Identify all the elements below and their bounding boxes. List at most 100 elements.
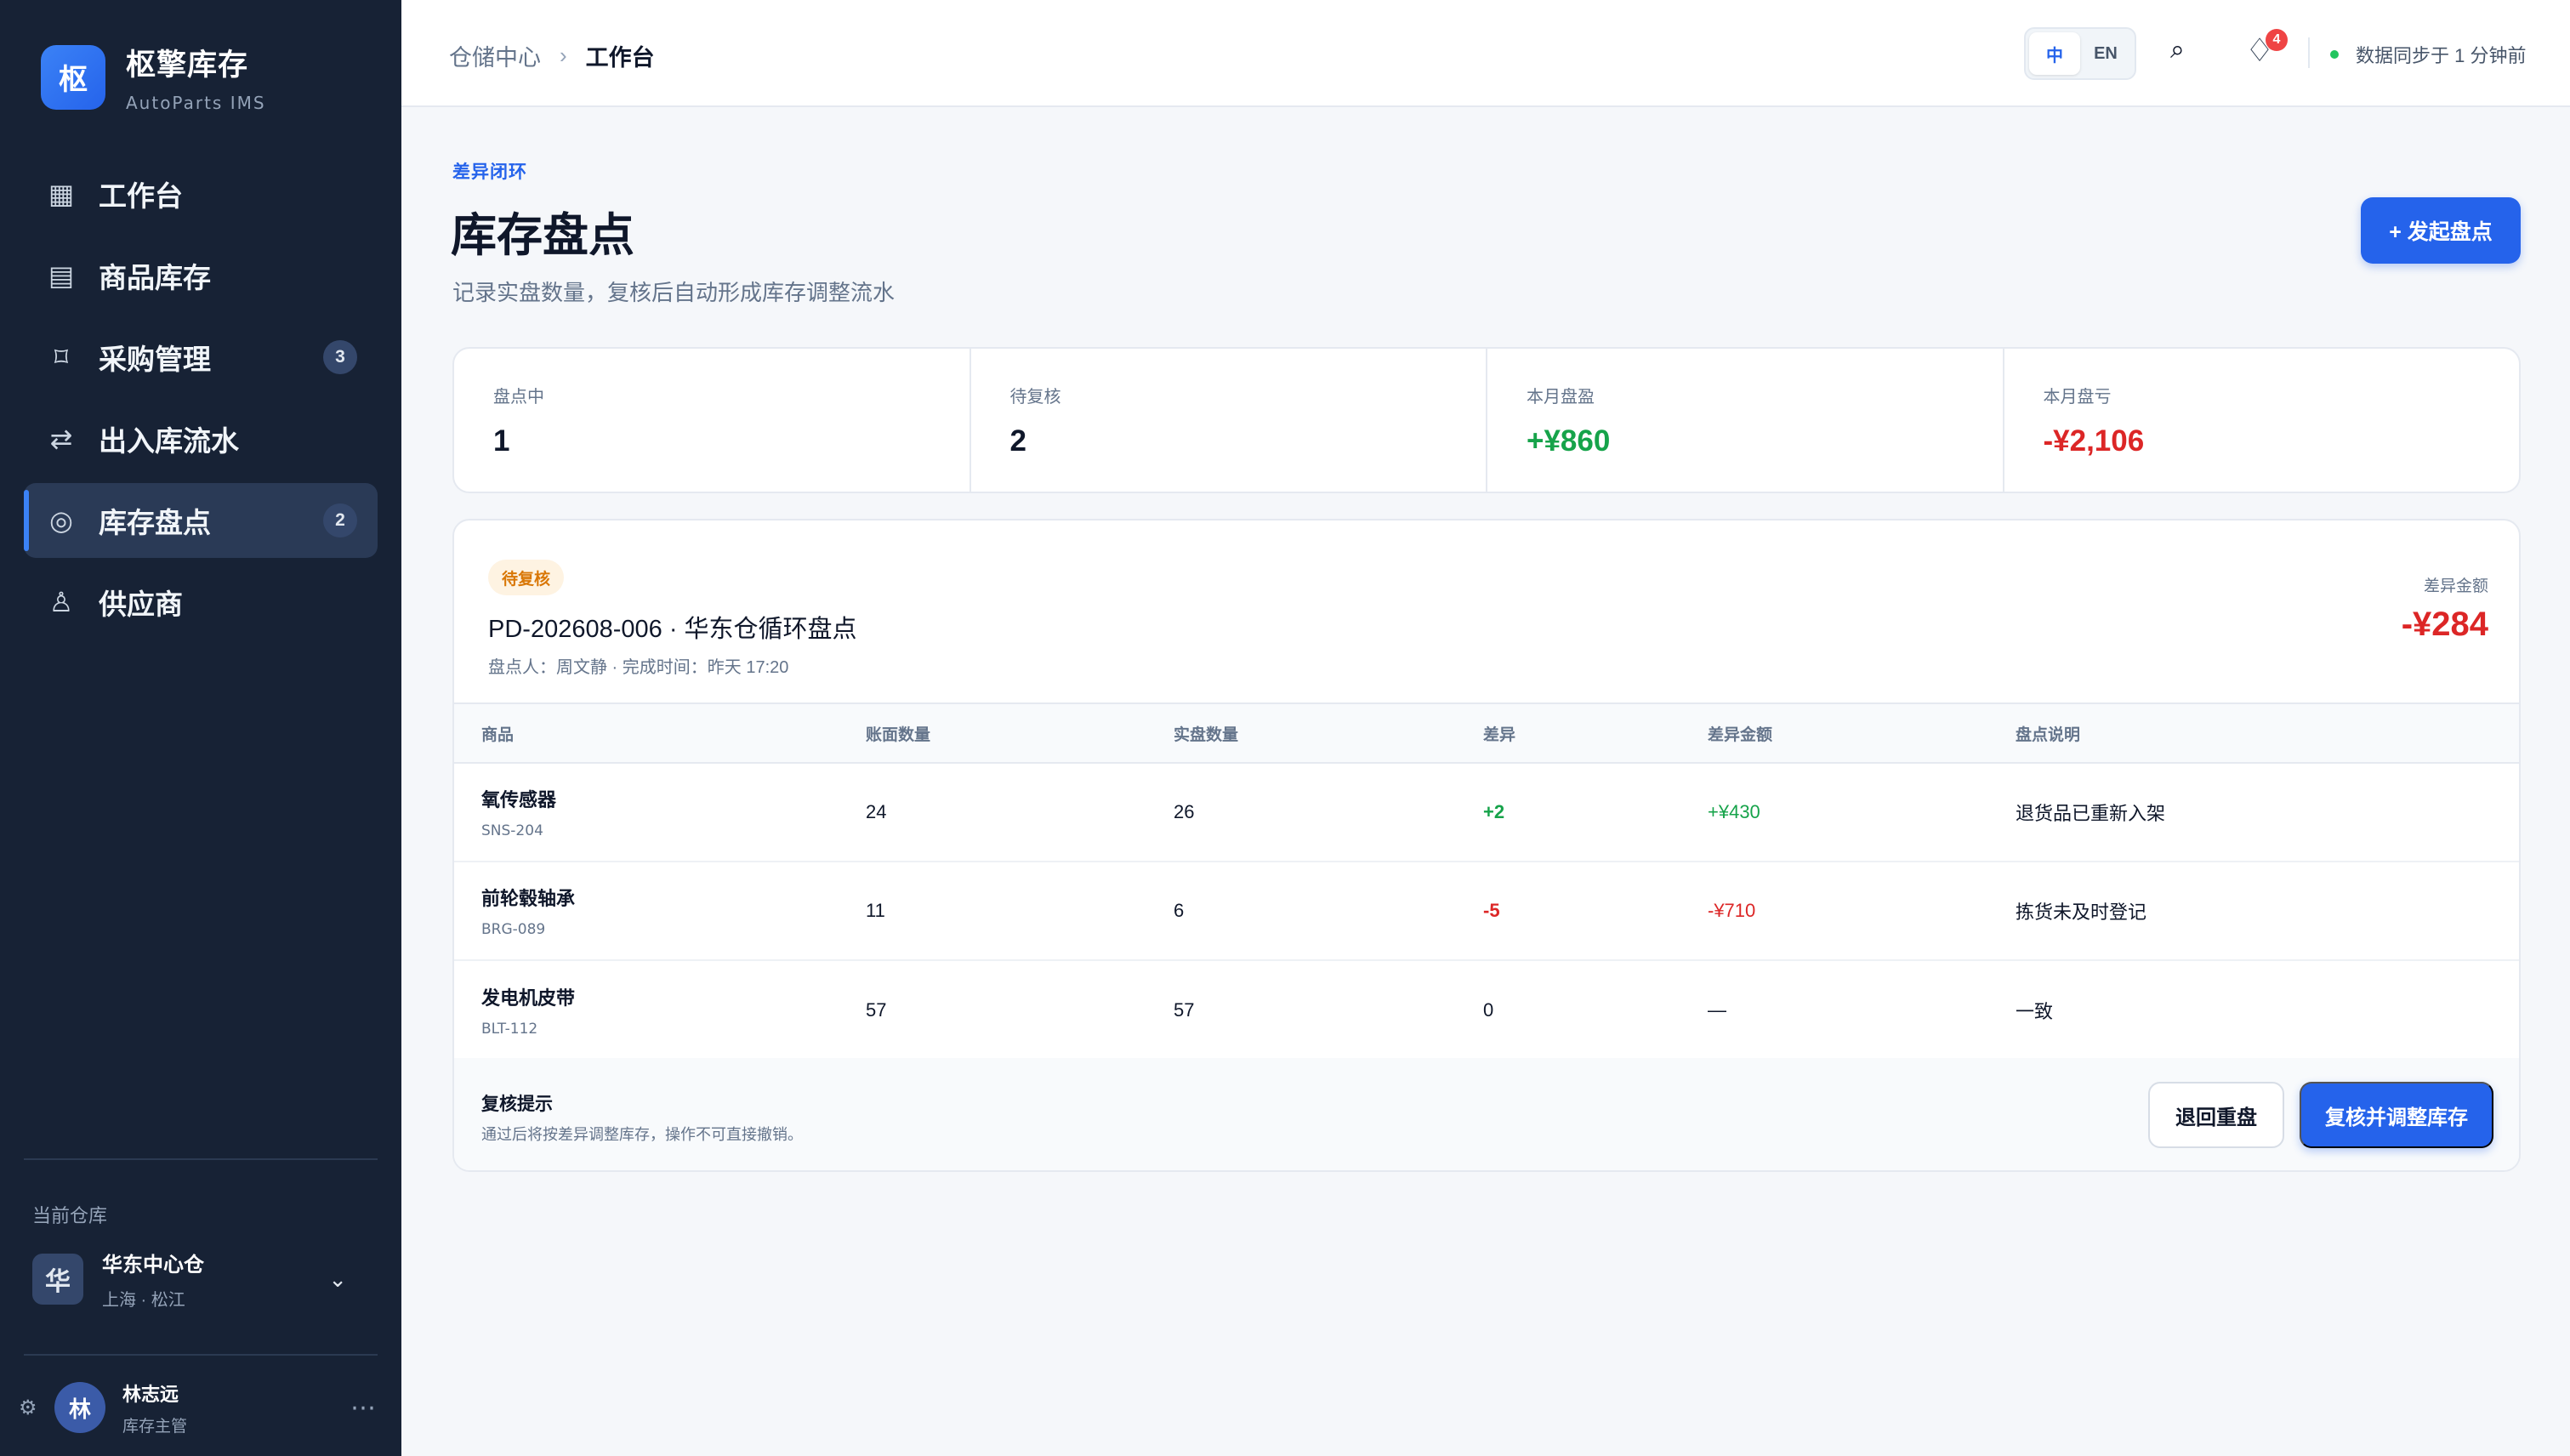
avatar: 林 bbox=[54, 1382, 105, 1433]
supplier-icon: ♙ bbox=[48, 587, 74, 617]
table-row[interactable]: 前轮毂轴承 BRG-089 11 6 -5 -¥710 拣货未及时登记 bbox=[454, 862, 2519, 961]
table-row[interactable]: 氧传感器 SNS-204 24 26 +2 +¥430 退货品已重新入架 bbox=[454, 764, 2519, 862]
warehouse-name: 华东中心仓 bbox=[102, 1254, 204, 1277]
product-name: 发电机皮带 bbox=[481, 987, 576, 1009]
quantity-difference: 0 bbox=[1483, 999, 1494, 1021]
sidebar: 枢 枢擎库存 AutoParts IMS ▦ 工作台 ▤ 商品库存 ⌑ 采购管理… bbox=[0, 0, 401, 1456]
sidebar-item-label: 商品库存 bbox=[99, 262, 211, 293]
gear-icon[interactable]: ⚙ bbox=[19, 1396, 44, 1420]
book-quantity: 24 bbox=[866, 801, 887, 822]
sidebar-item-label: 供应商 bbox=[99, 589, 183, 620]
notification-button[interactable]: ♢ 4 bbox=[2245, 29, 2288, 70]
sidebar-item-label: 库存盘点 bbox=[99, 507, 211, 538]
stat-value: 2 bbox=[1009, 424, 1026, 458]
table-header: 商品 账面数量 实盘数量 差异 差异金额 盘点说明 bbox=[454, 702, 2519, 764]
product-sku: SNS-204 bbox=[481, 822, 543, 839]
breadcrumb-root[interactable]: 仓储中心 bbox=[449, 39, 541, 72]
actual-quantity: 6 bbox=[1174, 900, 1185, 921]
brand-subtitle: AutoParts IMS bbox=[126, 93, 266, 113]
user-name: 林志远 bbox=[122, 1383, 179, 1405]
sidebar-item-purchasing[interactable]: ⌑ 采购管理 3 bbox=[24, 320, 378, 395]
table-row[interactable]: 发电机皮带 BLT-112 57 57 0 — 一致 bbox=[454, 961, 2519, 1060]
notification-badge: 4 bbox=[2266, 29, 2288, 51]
swap-icon: ⇄ bbox=[49, 424, 73, 454]
product-sku: BRG-089 bbox=[481, 921, 546, 938]
sidebar-item-products[interactable]: ▤ 商品库存 bbox=[24, 238, 378, 313]
stat-label: 盘点中 bbox=[493, 388, 544, 407]
sync-status-text: 数据同步于 1 分钟前 bbox=[2356, 45, 2527, 66]
brand-logo: 枢 bbox=[41, 44, 105, 110]
grid-icon: ▦ bbox=[48, 179, 75, 209]
topbar: 仓储中心 › 工作台 中 EN ⌕ ♢ 4 数据同步于 1 分钟前 bbox=[401, 0, 2570, 107]
stat-monthly-gain: 本月盘盈 +¥860 bbox=[1487, 349, 2004, 492]
count-note: 一致 bbox=[2016, 1001, 2054, 1022]
product-sku: BLT-112 bbox=[481, 1021, 538, 1038]
search-icon[interactable]: ⌕ bbox=[2170, 36, 2185, 65]
language-switch: 中 EN bbox=[2024, 27, 2136, 80]
breadcrumb-separator-icon: › bbox=[560, 43, 567, 68]
column-header: 差异金额 bbox=[1708, 725, 1773, 744]
count-badge: 3 bbox=[323, 340, 357, 374]
lang-option-en[interactable]: EN bbox=[2080, 32, 2131, 75]
review-footer: 复核提示 通过后将按差异调整库存，操作不可直接撤销。 退回重盘 复核并调整库存 bbox=[454, 1058, 2519, 1170]
stat-label: 本月盘盈 bbox=[1527, 388, 1595, 407]
book-quantity: 57 bbox=[866, 999, 887, 1021]
more-icon[interactable]: ⋯ bbox=[350, 1393, 376, 1423]
sidebar-item-stocktake[interactable]: ◎ 库存盘点 2 bbox=[24, 483, 378, 558]
page-eyebrow: 差异闭环 bbox=[452, 162, 527, 182]
review-hint-title: 复核提示 bbox=[481, 1095, 553, 1114]
column-header: 差异 bbox=[1483, 725, 1516, 744]
difference-amount: +¥430 bbox=[1708, 801, 1760, 822]
start-stocktake-button[interactable]: + 发起盘点 bbox=[2361, 197, 2521, 264]
page-description: 记录实盘数量，复核后自动形成库存调整流水 bbox=[452, 280, 896, 305]
approve-adjust-button[interactable]: 复核并调整库存 bbox=[2300, 1082, 2493, 1148]
status-badge: 待复核 bbox=[488, 560, 565, 595]
stat-value: 1 bbox=[493, 424, 510, 458]
divider bbox=[24, 1354, 378, 1356]
stat-value: +¥860 bbox=[1527, 424, 1611, 458]
divider bbox=[24, 1158, 378, 1160]
stat-in-progress: 盘点中 1 bbox=[454, 349, 971, 492]
count-note: 退货品已重新入架 bbox=[2016, 803, 2166, 824]
breadcrumb: 仓储中心 › 工作台 bbox=[449, 39, 655, 72]
actual-quantity: 26 bbox=[1174, 801, 1195, 822]
review-hint-description: 通过后将按差异调整库存，操作不可直接撤销。 bbox=[481, 1126, 803, 1143]
chevron-down-icon[interactable]: ⌄ bbox=[328, 1266, 347, 1293]
stat-value: -¥2,106 bbox=[2043, 424, 2145, 458]
lang-option-zh[interactable]: 中 bbox=[2029, 32, 2080, 75]
quantity-difference: +2 bbox=[1483, 801, 1505, 822]
stats-panel: 盘点中 1 待复核 2 本月盘盈 +¥860 本月盘亏 -¥2,106 bbox=[452, 347, 2521, 493]
diff-amount-label: 差异金额 bbox=[2423, 577, 2488, 595]
stocktake-table: 商品 账面数量 实盘数量 差异 差异金额 盘点说明 氧传感器 SNS-204 2… bbox=[454, 702, 2519, 1060]
stat-monthly-loss: 本月盘亏 -¥2,106 bbox=[2004, 349, 2520, 492]
actual-quantity: 57 bbox=[1174, 999, 1195, 1021]
list-icon: ▤ bbox=[48, 260, 75, 291]
diff-amount-value: -¥284 bbox=[2401, 606, 2488, 643]
cart-icon: ⌑ bbox=[54, 342, 69, 373]
brand[interactable]: 枢 枢擎库存 AutoParts IMS bbox=[41, 41, 266, 113]
column-header: 账面数量 bbox=[866, 725, 931, 744]
sidebar-item-label: 采购管理 bbox=[99, 344, 211, 375]
difference-amount: -¥710 bbox=[1708, 900, 1756, 921]
sidebar-item-dashboard[interactable]: ▦ 工作台 bbox=[24, 156, 378, 231]
warehouse-avatar: 华 bbox=[32, 1254, 83, 1305]
target-icon: ◎ bbox=[49, 505, 73, 536]
status-dot-icon bbox=[2330, 50, 2339, 59]
sidebar-item-stock-flow[interactable]: ⇄ 出入库流水 bbox=[24, 401, 378, 476]
breadcrumb-current: 工作台 bbox=[585, 45, 655, 71]
stat-label: 待复核 bbox=[1009, 388, 1061, 407]
warehouse-selector[interactable]: 华 华东中心仓 上海 · 松江 ⌄ bbox=[32, 1245, 378, 1313]
recount-button[interactable]: 退回重盘 bbox=[2148, 1082, 2284, 1148]
stocktake-card: 待复核 PD-202608-006 · 华东仓循环盘点 盘点人：周文静 · 完成… bbox=[452, 519, 2521, 1172]
page-title: 库存盘点 bbox=[451, 210, 634, 261]
book-quantity: 11 bbox=[866, 900, 885, 921]
warehouse-location: 上海 · 松江 bbox=[102, 1291, 185, 1310]
sidebar-item-label: 出入库流水 bbox=[99, 425, 239, 457]
column-header: 商品 bbox=[481, 725, 515, 744]
stocktake-title: PD-202608-006 · 华东仓循环盘点 bbox=[488, 616, 857, 643]
product-name: 前轮毂轴承 bbox=[481, 888, 576, 909]
sidebar-item-suppliers[interactable]: ♙ 供应商 bbox=[24, 565, 378, 640]
user-profile[interactable]: ⚙ 林 林志远 库存主管 ⋯ bbox=[19, 1379, 384, 1436]
sync-status: 数据同步于 1 分钟前 bbox=[2330, 41, 2526, 68]
stocktake-meta: 盘点人：周文静 · 完成时间：昨天 17:20 bbox=[488, 658, 789, 677]
